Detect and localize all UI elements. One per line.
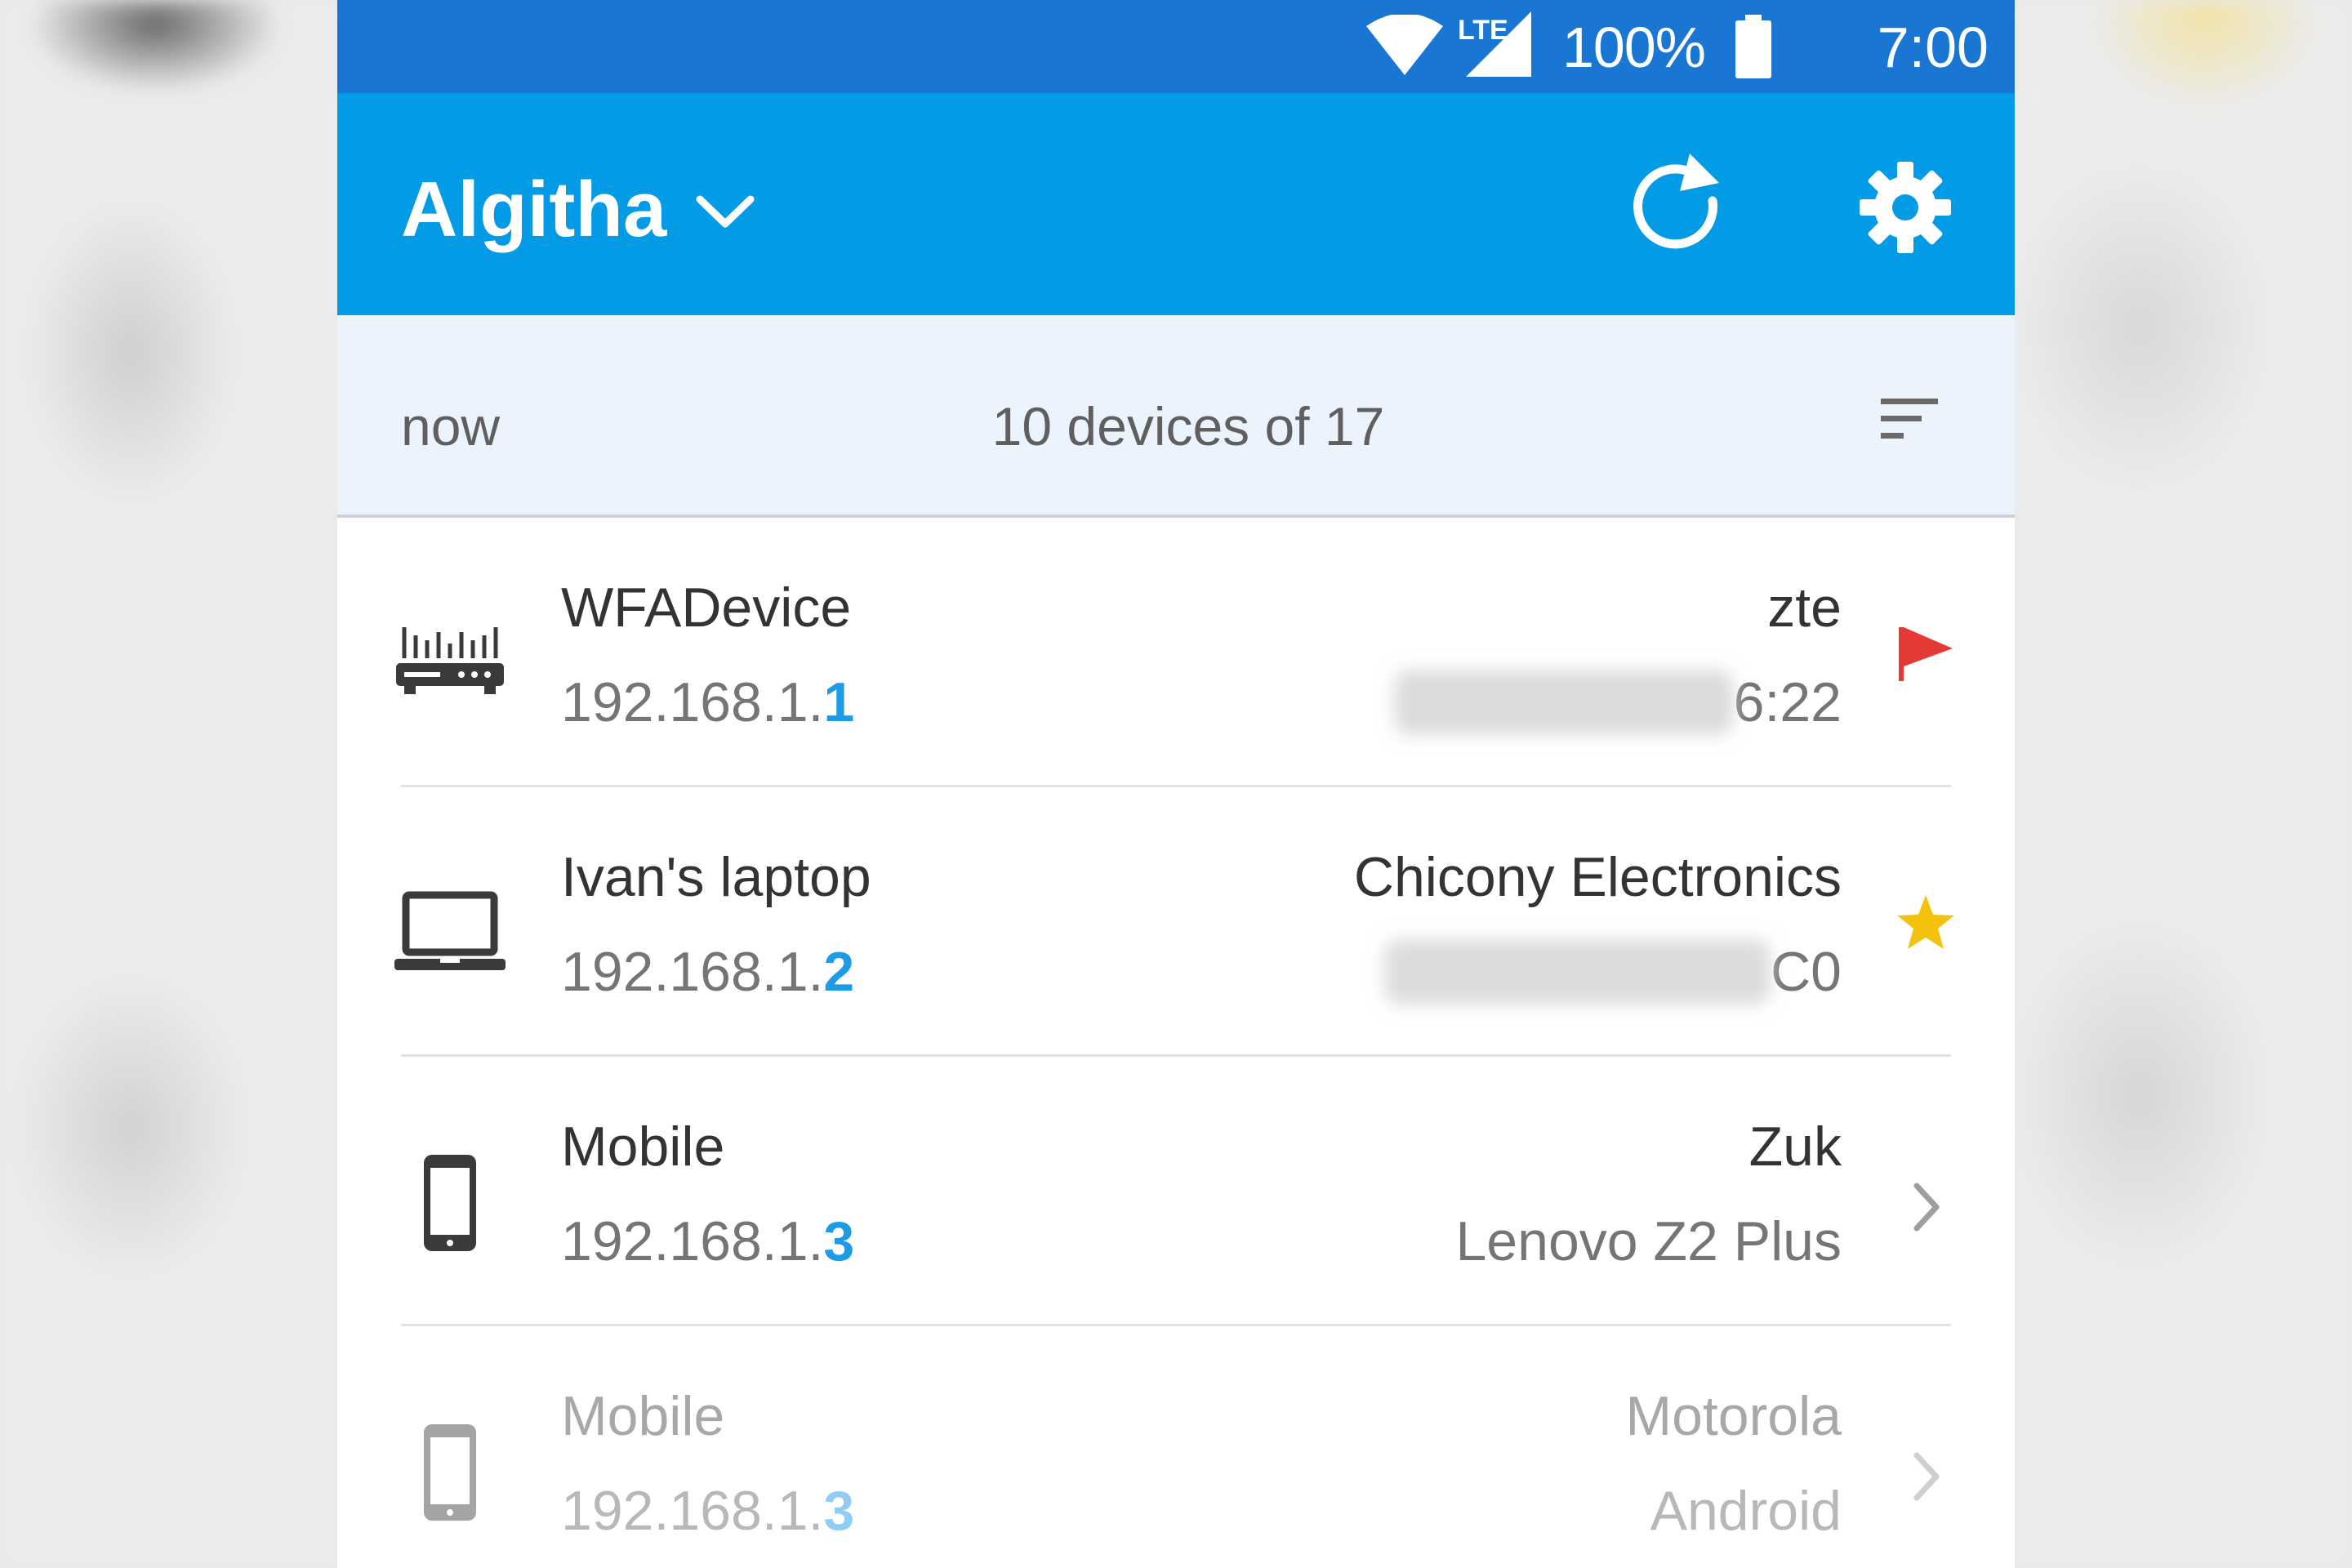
wifi-icon <box>1366 15 1443 75</box>
refresh-icon[interactable] <box>1628 150 1734 265</box>
device-row[interactable]: Mobile 192.168.1.3 Motorola Android <box>337 1326 2015 1568</box>
device-ip: 192.168.1.3 <box>561 1480 855 1542</box>
chevron-down-icon[interactable] <box>688 185 762 242</box>
smartphone-icon <box>424 1424 476 1521</box>
laptop-icon <box>394 891 506 970</box>
device-name: Mobile <box>561 1116 725 1178</box>
app-bar: Algitha <box>337 93 2015 315</box>
device-name: WFADevice <box>561 577 852 639</box>
device-ip: 192.168.1.1 <box>561 671 855 733</box>
gear-icon[interactable] <box>1856 158 1954 256</box>
battery-icon <box>1735 15 1771 78</box>
app-screen: LTE 100% 7:00 PM Algitha <box>337 0 2015 1568</box>
device-model: Lenovo Z2 Plus <box>1455 1210 1842 1272</box>
ip-last-octet: 3 <box>823 1210 855 1272</box>
device-count: 10 devices of 17 <box>991 396 1385 457</box>
chevron-right-icon[interactable] <box>1889 1441 1962 1514</box>
device-model: Android <box>1650 1480 1842 1542</box>
scan-summary-bar: now 10 devices of 17 <box>337 315 2015 518</box>
network-type-label: LTE <box>1458 15 1508 46</box>
lte-signal-icon: LTE <box>1458 11 1531 77</box>
ip-last-octet: 3 <box>823 1480 855 1542</box>
device-row[interactable]: Mobile 192.168.1.3 Zuk Lenovo Z2 Plus <box>337 1057 2015 1326</box>
status-bar: LTE 100% 7:00 PM <box>337 0 2015 145</box>
network-name-title[interactable]: Algitha <box>401 165 666 255</box>
ip-last-octet: 2 <box>823 941 855 1003</box>
device-row[interactable]: Ivan's laptop 192.168.1.2 Chicony Electr… <box>337 787 2015 1057</box>
device-ip: 192.168.1.3 <box>561 1210 855 1272</box>
device-vendor: Zuk <box>1748 1116 1842 1178</box>
device-ip: 192.168.1.2 <box>561 941 855 1003</box>
redacted-mac-prefix: 00:00:00:00:00: <box>1384 939 1771 1004</box>
sort-icon[interactable] <box>1873 390 1946 448</box>
device-vendor: Motorola <box>1625 1385 1842 1447</box>
device-name: Mobile <box>561 1385 725 1447</box>
redacted-mac-prefix: 00:00:00:00:0 <box>1393 670 1734 735</box>
battery-percent: 100% <box>1562 16 1706 79</box>
chevron-right-icon[interactable] <box>1889 1171 1962 1245</box>
device-row[interactable]: WFADevice 192.168.1.1 zte 00:00:00:00:06… <box>337 518 2015 787</box>
device-mac: 00:00:00:00:06:22 <box>1393 670 1842 735</box>
device-vendor: Chicony Electronics <box>1353 846 1842 908</box>
flag-icon[interactable] <box>1889 616 1962 689</box>
device-vendor: zte <box>1767 577 1842 639</box>
device-mac: 00:00:00:00:00:C0 <box>1384 939 1842 1004</box>
smartphone-icon <box>424 1155 476 1251</box>
ip-last-octet: 1 <box>823 671 855 733</box>
router-icon <box>396 627 504 694</box>
device-name: Ivan's laptop <box>561 846 871 908</box>
star-icon[interactable] <box>1889 885 1962 959</box>
